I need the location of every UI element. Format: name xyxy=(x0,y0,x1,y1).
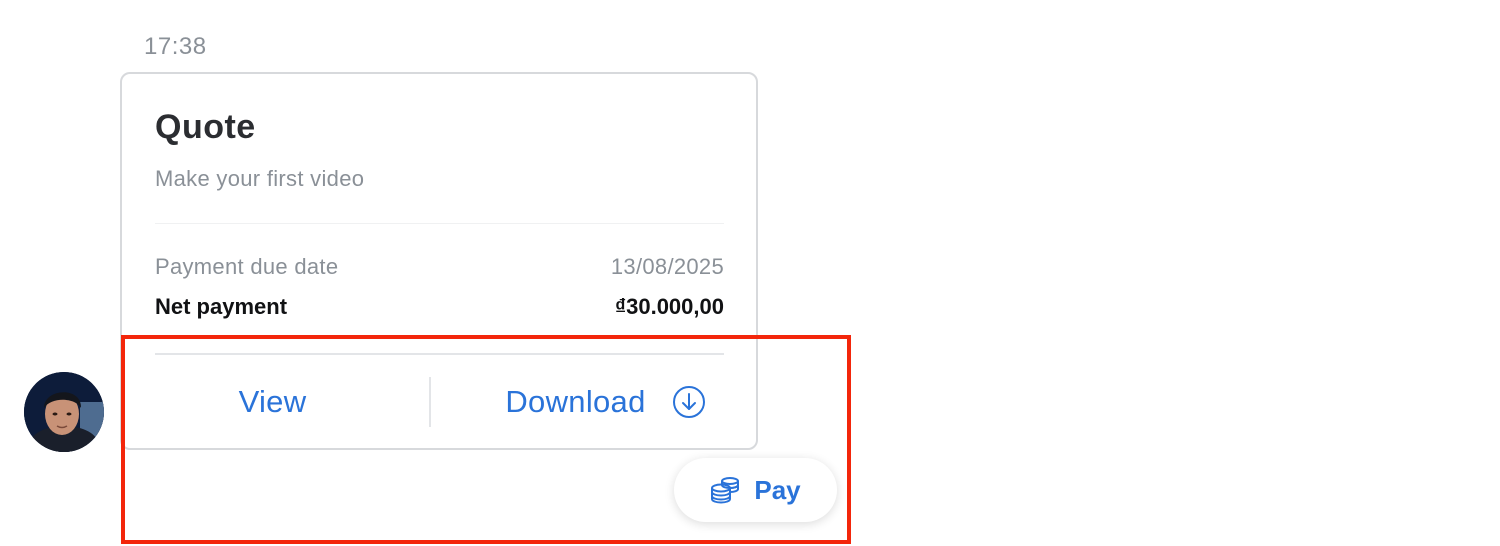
sender-avatar[interactable] xyxy=(24,372,104,452)
view-button-label: View xyxy=(238,384,307,419)
payment-due-label: Payment due date xyxy=(155,254,339,279)
avatar-photo xyxy=(24,372,104,452)
download-button-label: Download xyxy=(505,384,646,419)
quote-title: Quote xyxy=(155,108,256,146)
quote-card: Quote Make your first video Payment due … xyxy=(120,72,758,450)
net-payment-label: Net payment xyxy=(155,294,288,319)
message-timestamp: 17:38 xyxy=(144,33,207,60)
quote-subtitle: Make your first video xyxy=(155,166,365,191)
net-payment-row: Net payment ₫30.000,00 xyxy=(155,294,724,320)
payment-due-row: Payment due date 13/08/2025 xyxy=(155,254,724,280)
card-actions: View Download xyxy=(122,355,756,449)
view-button[interactable]: View xyxy=(122,355,429,449)
card-divider xyxy=(155,223,724,224)
net-payment-value: ₫30.000,00 xyxy=(614,294,724,319)
download-circle-icon xyxy=(672,385,706,419)
payment-due-value: 13/08/2025 xyxy=(610,254,724,279)
download-button[interactable]: Download xyxy=(431,355,756,449)
pay-button[interactable]: Pay xyxy=(674,458,837,522)
pay-button-label: Pay xyxy=(754,474,801,505)
coins-icon xyxy=(710,475,740,505)
